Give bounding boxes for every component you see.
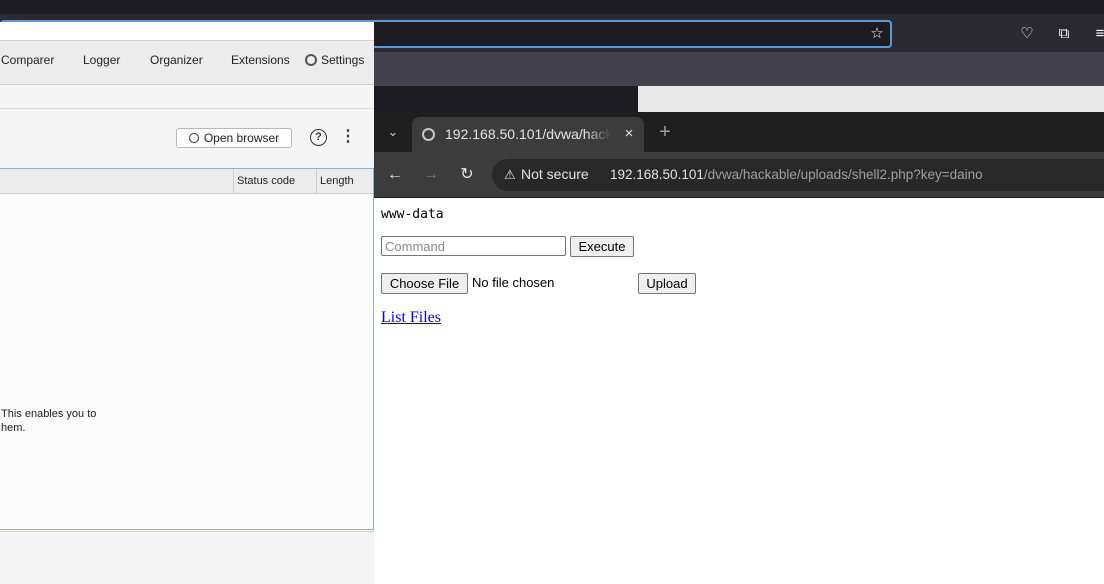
no-file-label: No file chosen: [472, 275, 555, 290]
desktop: ☆ ♡ ⧉ ≡ Comparer Logger Organizer Extens…: [0, 0, 1104, 584]
burp-tool-tabs: Comparer Logger Organizer Extensions Set…: [0, 41, 374, 85]
tab-logger[interactable]: Logger: [83, 53, 120, 67]
choose-file-button[interactable]: Choose File: [381, 273, 468, 294]
message-line-1: This enables you to: [1, 408, 97, 420]
command-output: www-data: [381, 207, 444, 222]
back-icon[interactable]: ←: [384, 164, 406, 186]
burp-title-area: [0, 22, 374, 41]
firefox-bookmarks-bar: [374, 52, 1104, 86]
empty-table-message: This enables you to hem.: [1, 407, 96, 435]
burp-bottom-pane: [0, 531, 374, 584]
list-files-link[interactable]: List Files: [381, 309, 441, 327]
close-icon[interactable]: ×: [621, 125, 637, 143]
upload-button[interactable]: Upload: [638, 273, 696, 294]
top-panel: [0, 0, 1104, 14]
url-text[interactable]: 192.168.50.101/dvwa/hackable/uploads/she…: [610, 167, 983, 182]
gear-icon: [305, 54, 317, 66]
globe-icon: [188, 133, 199, 143]
firefox-content-edge: [638, 86, 1104, 112]
tab-title: 192.168.50.101/dvwa/hackable: [445, 126, 611, 142]
history-table: Status code Length This enables you to h…: [0, 168, 374, 530]
forward-icon[interactable]: →: [420, 164, 442, 186]
more-options-icon[interactable]: ⋮: [340, 128, 356, 148]
tab-extensions[interactable]: Extensions: [231, 53, 290, 67]
firefox-tab-strip: [374, 86, 638, 112]
tab-comparer[interactable]: Comparer: [1, 53, 54, 67]
burp-subtabs: [0, 85, 374, 109]
chrome-window: ⌄ 192.168.50.101/dvwa/hackable × + ← → ↻…: [374, 112, 1104, 584]
open-browser-label: Open browser: [203, 131, 280, 145]
tab-globe-icon: [422, 128, 435, 141]
pocket-icon[interactable]: ♡: [1017, 24, 1037, 44]
chrome-tab-bar: ⌄ 192.168.50.101/dvwa/hackable × +: [374, 112, 1104, 152]
tab-organizer[interactable]: Organizer: [150, 53, 203, 67]
chrome-toolbar: ← → ↻ ⚠ Not secure 192.168.50.101/dvwa/h…: [374, 152, 1104, 198]
tab-settings[interactable]: Settings: [305, 53, 364, 67]
omnibox[interactable]: ⚠ Not secure 192.168.50.101/dvwa/hackabl…: [492, 159, 1104, 191]
execute-button[interactable]: Execute: [570, 236, 634, 257]
web-page: www-data Execute Choose File No file cho…: [374, 199, 1104, 584]
settings-label: Settings: [321, 53, 365, 67]
command-input[interactable]: [381, 236, 566, 256]
extensions-icon[interactable]: ⧉: [1054, 24, 1074, 44]
warning-icon[interactable]: ⚠: [504, 167, 516, 183]
message-line-2: hem.: [1, 422, 26, 434]
not-secure-label[interactable]: Not secure: [521, 166, 589, 182]
table-header: Status code Length: [0, 169, 373, 194]
reload-icon[interactable]: ↻: [456, 164, 478, 186]
new-tab-icon[interactable]: +: [655, 121, 675, 143]
column-length[interactable]: Length: [316, 169, 373, 194]
help-icon[interactable]: ?: [310, 129, 327, 146]
open-browser-button[interactable]: Open browser: [176, 128, 292, 148]
chrome-tab[interactable]: 192.168.50.101/dvwa/hackable ×: [412, 117, 644, 152]
burp-window: Comparer Logger Organizer Extensions Set…: [0, 22, 374, 584]
url-path: /dvwa/hackable/uploads/shell2.php?key=da…: [703, 167, 983, 182]
column-status-code[interactable]: Status code: [233, 169, 317, 194]
url-host: 192.168.50.101: [610, 167, 704, 182]
menu-icon[interactable]: ≡: [1090, 24, 1104, 44]
star-icon[interactable]: ☆: [867, 24, 887, 44]
tab-search-icon[interactable]: ⌄: [382, 121, 404, 143]
